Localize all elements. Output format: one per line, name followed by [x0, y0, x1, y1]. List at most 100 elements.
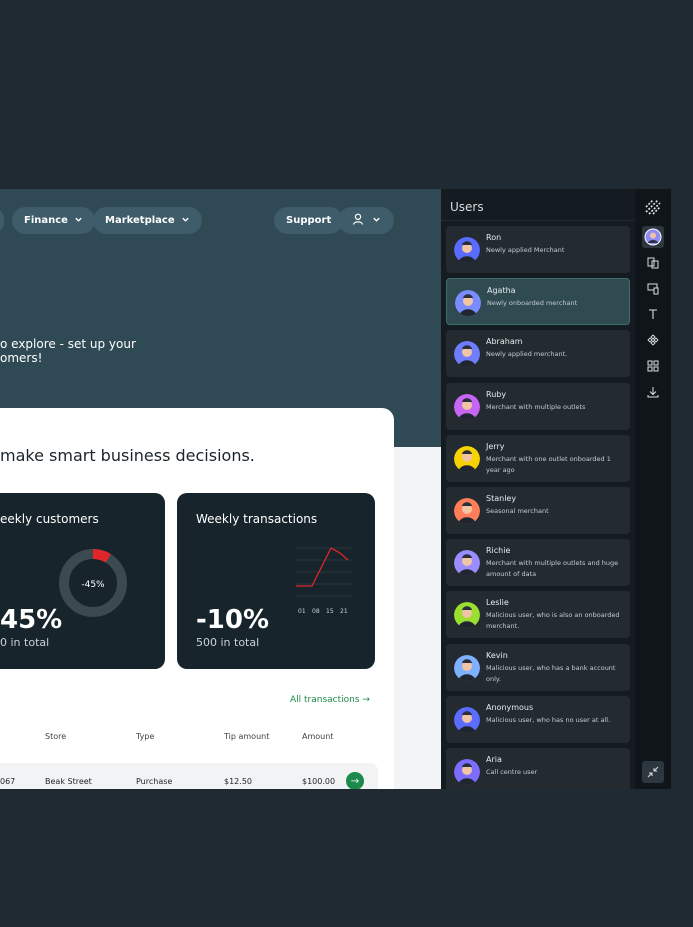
user-item[interactable]: Ron Newly applied Merchant — [446, 226, 630, 273]
user-description: Merchant with multiple outlets — [486, 402, 586, 411]
weekly-customers-tile: eekly customers -45% 45% 0 in total — [0, 493, 165, 669]
user-description: Newly onboarded merchant — [487, 299, 578, 308]
avatar — [454, 341, 480, 368]
nav-item-marketplace[interactable]: Marketplace — [93, 207, 202, 234]
avatar — [454, 602, 480, 629]
tile-subtext: 500 in total — [196, 636, 260, 649]
user-name: Leslie — [486, 598, 509, 608]
avatar — [454, 654, 480, 681]
text-icon[interactable] — [642, 303, 664, 325]
avatar — [454, 706, 480, 733]
support-button[interactable]: Support — [274, 207, 344, 234]
nav-item-finance[interactable]: Finance — [12, 207, 95, 234]
chevron-down-icon — [74, 215, 83, 227]
user-item[interactable]: Abraham Newly applied merchant. — [446, 330, 630, 378]
all-transactions-link[interactable]: All transactions → — [290, 695, 370, 705]
row-store: Beak Street — [45, 777, 92, 786]
user-description: Call centre user — [486, 768, 538, 776]
column-header-amount[interactable]: Amount — [302, 732, 333, 741]
component-icon[interactable] — [642, 329, 664, 351]
avatar — [454, 445, 480, 472]
grid-icon[interactable] — [642, 355, 664, 377]
tile-value: -10% — [196, 605, 270, 635]
user-name: Kevin — [486, 650, 508, 660]
donut-label: -45% — [81, 580, 105, 590]
x-tick: 21 — [340, 608, 348, 615]
arrow-right-icon[interactable]: → — [346, 772, 364, 789]
user-item[interactable]: Stanley Seasonal merchant — [446, 487, 630, 534]
dashboard-area: Finance Marketplace Support o explore - … — [0, 189, 441, 789]
user-description: Merchant with one outlet onboarded 1 yea… — [486, 454, 611, 474]
customers-donut: -45% — [59, 549, 127, 617]
avatar — [454, 759, 480, 785]
row-tip: $12.50 — [224, 777, 252, 786]
user-description: Newly applied merchant. — [486, 350, 568, 359]
user-item[interactable]: Anonymous Malicious user, who has no user… — [446, 695, 630, 743]
user-item[interactable]: Aria Call centre user — [446, 748, 630, 789]
panel-title: Users — [450, 200, 484, 214]
users-tool-icon[interactable] — [642, 226, 664, 248]
tile-subtext: 0 in total — [0, 636, 50, 649]
copy-icon[interactable] — [642, 252, 664, 274]
tool-rail — [635, 189, 671, 789]
user-name: Anonymous — [486, 702, 534, 712]
user-name: Ruby — [486, 389, 507, 399]
user-item[interactable]: Jerry Merchant with one outlet onboarded … — [446, 434, 630, 482]
user-item[interactable]: Leslie Malicious user, who is also an onb… — [446, 591, 630, 639]
avatar — [454, 550, 480, 577]
user-name: Ron — [486, 233, 502, 242]
user-description: Merchant with multiple outlets and huge … — [486, 559, 619, 579]
user-name: Stanley — [486, 494, 517, 503]
user-name: Jerry — [486, 441, 505, 451]
row-id: 067 — [0, 777, 16, 786]
nav-item-label: Finance — [24, 215, 68, 226]
user-description: Newly applied Merchant — [486, 246, 565, 254]
transactions-sparkline: 01 08 15 21 — [296, 547, 352, 615]
x-tick: 01 — [298, 608, 306, 615]
tile-title: eekly customers — [0, 512, 99, 526]
support-label: Support — [286, 215, 332, 226]
user-description: Malicious user, who has a bank account o… — [486, 663, 616, 683]
user-description: Seasonal merchant — [486, 507, 549, 515]
row-amount: $100.00 — [302, 777, 336, 786]
column-header-tip[interactable]: Tip amount — [224, 732, 269, 741]
nav-item-label: Marketplace — [105, 215, 175, 226]
avatar — [454, 498, 480, 524]
chevron-down-icon — [181, 215, 190, 227]
x-tick: 08 — [312, 608, 320, 615]
brand-logo-icon — [642, 196, 664, 218]
hero-line-2: omers! — [0, 351, 43, 365]
devices-icon[interactable] — [642, 278, 664, 300]
hero-line-1: o explore - set up your — [0, 337, 136, 351]
hero-text: o explore - set up your omers! — [0, 337, 136, 365]
avatar — [454, 237, 480, 263]
download-icon[interactable] — [642, 381, 664, 403]
account-menu-button[interactable] — [338, 207, 394, 234]
user-name: Richie — [486, 546, 511, 556]
user-description: Malicious user, who has no user at all. — [486, 715, 611, 724]
app-window: Finance Marketplace Support o explore - … — [0, 189, 671, 789]
user-icon — [352, 213, 364, 228]
column-header-type[interactable]: Type — [136, 732, 154, 741]
user-item[interactable]: Richie Merchant with multiple outlets and… — [446, 539, 630, 587]
tile-value: 45% — [0, 605, 63, 635]
nav-item-partial[interactable] — [0, 207, 4, 234]
tile-title: Weekly transactions — [196, 512, 318, 526]
chevron-down-icon — [372, 215, 381, 227]
column-header-store[interactable]: Store — [45, 732, 66, 741]
avatar — [455, 290, 481, 317]
user-name: Aria — [486, 755, 502, 764]
collapse-icon[interactable] — [642, 761, 664, 783]
user-name: Agatha — [487, 286, 516, 296]
user-item[interactable]: Agatha Newly onboarded merchant — [446, 278, 630, 326]
weekly-transactions-tile: Weekly transactions 01 08 15 21 -10% 500… — [177, 493, 375, 669]
row-type: Purchase — [136, 777, 173, 786]
user-item[interactable]: Ruby Merchant with multiple outlets — [446, 382, 630, 430]
card-headline: make smart business decisions. — [0, 446, 255, 465]
user-item[interactable]: Kevin Malicious user, who has a bank acco… — [446, 643, 630, 691]
avatar — [454, 393, 480, 420]
x-tick: 15 — [326, 608, 334, 615]
users-panel: Users Ron Newly applied Merchant Agatha New… — [441, 189, 635, 789]
divider — [441, 220, 635, 221]
user-description: Malicious user, who is also an onboarded… — [486, 611, 620, 631]
